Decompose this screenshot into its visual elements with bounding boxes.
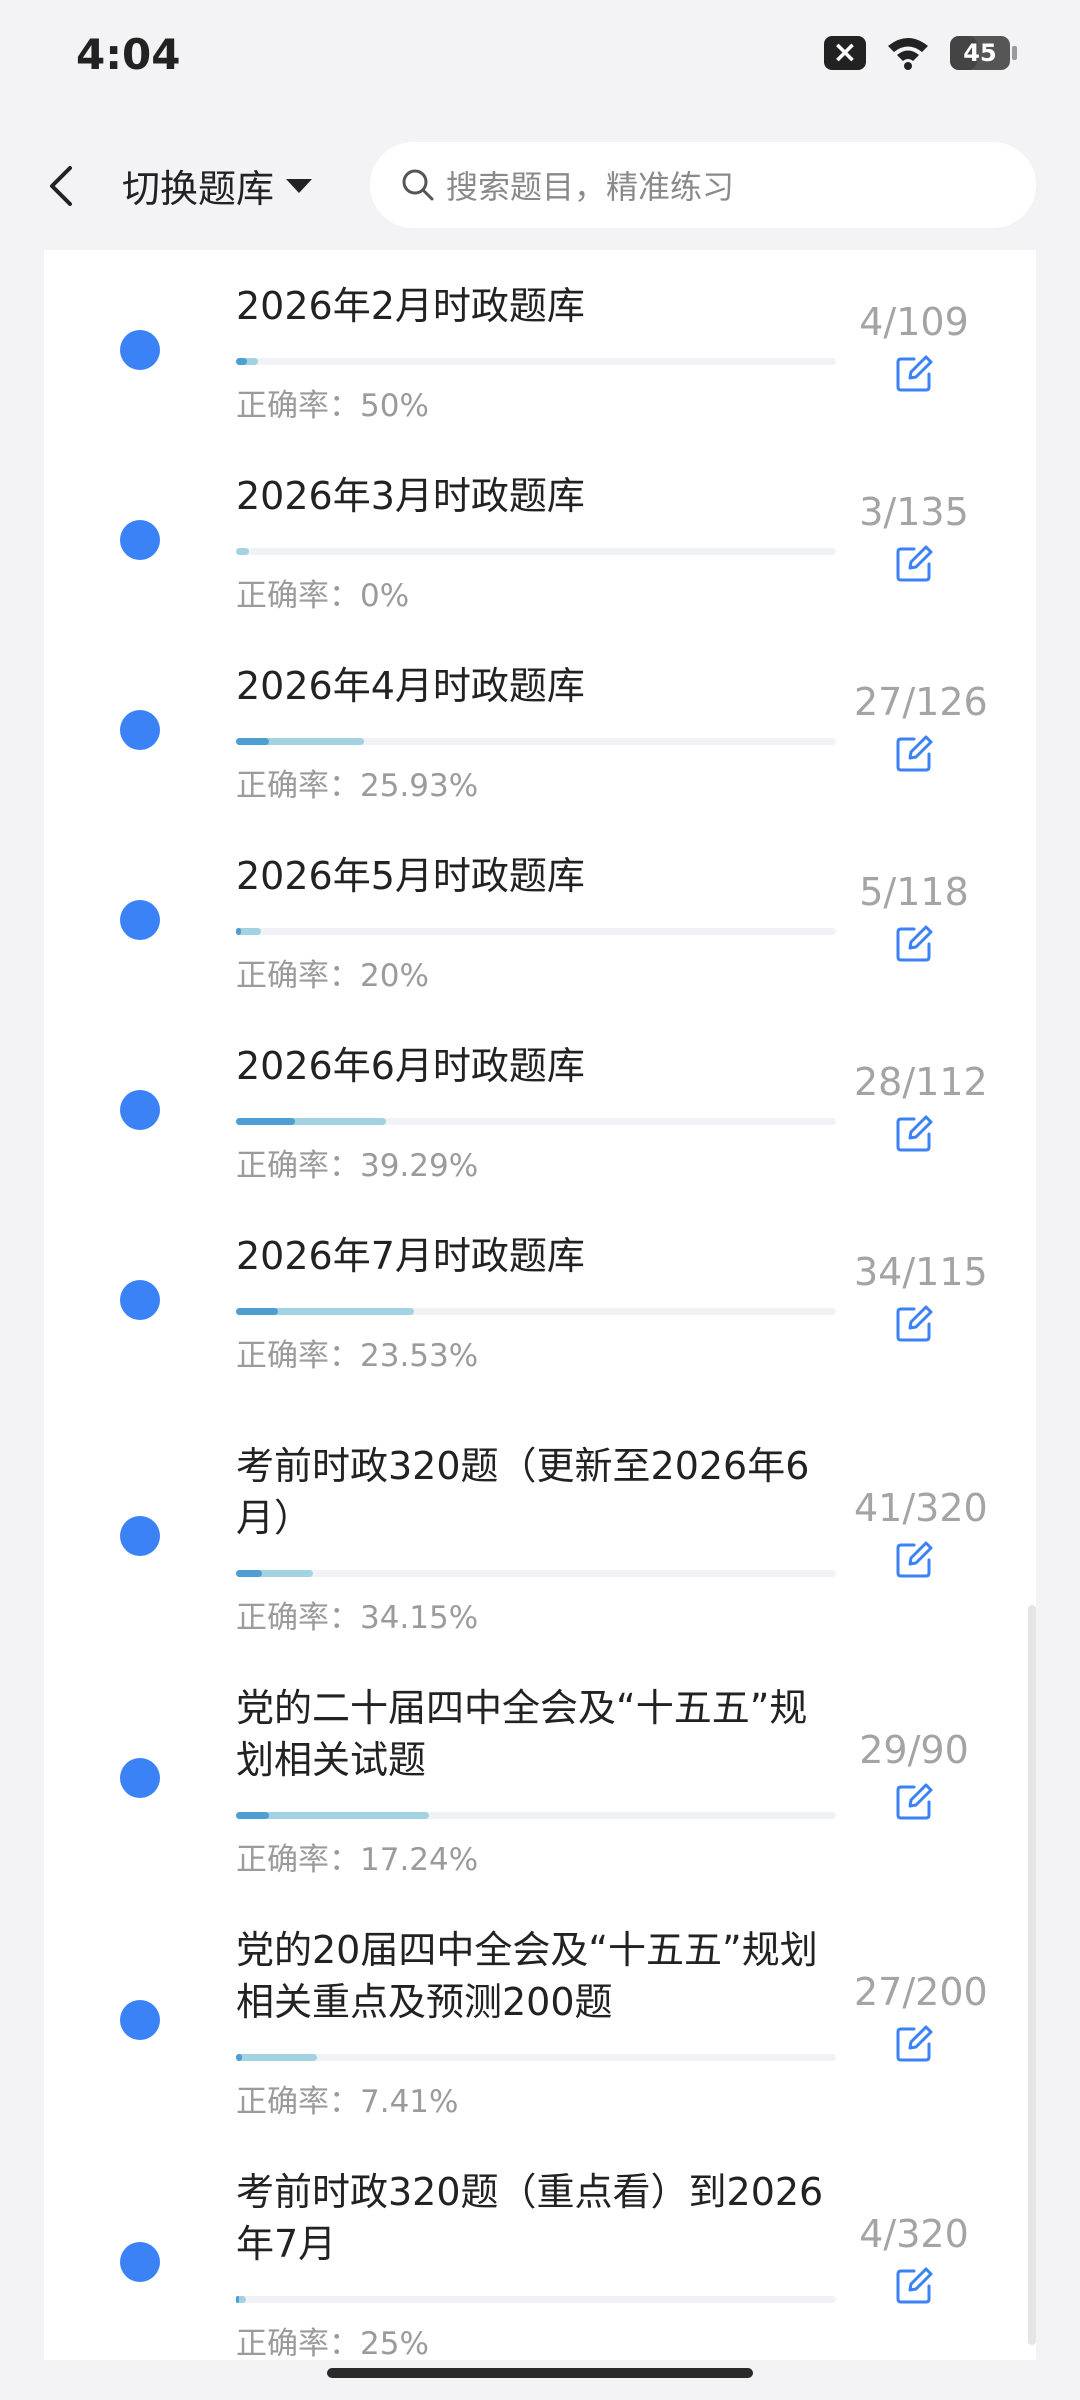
- accuracy-text: 正确率：34.15%: [236, 1600, 479, 1636]
- header-title: 切换题库: [122, 167, 275, 211]
- progress-count: 27/126: [854, 680, 988, 724]
- progress-count: 4/109: [859, 300, 969, 344]
- status-dot: [120, 2242, 160, 2282]
- progress-count: 27/200: [854, 1970, 988, 2014]
- correct-fill: [236, 1812, 270, 1819]
- progress-bar: [236, 2296, 836, 2303]
- battery-icon: 45: [950, 36, 1017, 70]
- question-bank-item[interactable]: 2026年5月时政题库正确率：20% 5/118: [44, 850, 1036, 1000]
- progress-bar: [236, 1308, 836, 1315]
- edit-icon[interactable]: [894, 544, 934, 584]
- progress-bar: [236, 358, 836, 365]
- item-title: 党的二十届四中全会及“十五五”规划相关试题: [236, 1686, 808, 1782]
- accuracy-text: 正确率：17.24%: [236, 1842, 479, 1878]
- progress-count: 28/112: [854, 1060, 988, 1104]
- status-dot: [120, 2000, 160, 2040]
- item-title: 2026年5月时政题库: [236, 854, 585, 898]
- progress-count: 3/135: [859, 490, 969, 534]
- status-dot: [120, 1516, 160, 1556]
- switch-bank-dropdown[interactable]: 切换题库: [122, 158, 313, 213]
- accuracy-text: 正确率：25%: [236, 2326, 429, 2360]
- edit-icon[interactable]: [894, 734, 934, 774]
- item-title: 党的20届四中全会及“十五五”规划相关重点及预测200题: [236, 1928, 818, 2024]
- progress-bar: [236, 738, 836, 745]
- progress-count: 41/320: [854, 1486, 988, 1530]
- edit-icon[interactable]: [894, 2024, 934, 2064]
- accuracy-text: 正确率：25.93%: [236, 768, 479, 804]
- caret-down-icon: [286, 178, 313, 193]
- correct-fill: [236, 928, 242, 935]
- question-bank-item[interactable]: 考前时政320题（重点看）到2026年7月正确率：25% 4/320: [44, 2166, 1036, 2360]
- correct-fill: [236, 738, 270, 745]
- correct-fill: [236, 2296, 239, 2303]
- status-dot: [120, 710, 160, 750]
- accuracy-text: 正确率：7.41%: [236, 2084, 459, 2120]
- progress-bar: [236, 548, 836, 555]
- correct-fill: [236, 358, 248, 365]
- progress-bar: [236, 1118, 836, 1125]
- question-bank-item[interactable]: 2026年7月时政题库正确率：23.53% 34/115: [44, 1230, 1036, 1380]
- accuracy-text: 正确率：50%: [236, 388, 429, 424]
- no-sim-icon: ×: [824, 36, 866, 70]
- wifi-icon: [888, 38, 928, 70]
- question-bank-item[interactable]: 2026年6月时政题库正确率：39.29% 28/112: [44, 1040, 1036, 1190]
- item-title: 考前时政320题（重点看）到2026年7月: [236, 2170, 824, 2266]
- search-input[interactable]: 搜索题目，精准练习: [370, 142, 1036, 228]
- edit-icon[interactable]: [894, 1782, 934, 1822]
- status-dot: [120, 900, 160, 940]
- progress-bar: [236, 1570, 836, 1577]
- question-bank-item[interactable]: 党的20届四中全会及“十五五”规划相关重点及预测200题正确率：7.41% 27/…: [44, 1924, 1036, 2126]
- header: 切换题库 搜索题目，精准练习: [0, 120, 1080, 250]
- edit-icon[interactable]: [894, 1304, 934, 1344]
- status-bar: 4:04 × 45: [0, 0, 1080, 120]
- question-bank-item[interactable]: 2026年4月时政题库正确率：25.93% 27/126: [44, 660, 1036, 810]
- progress-count: 34/115: [854, 1250, 988, 1294]
- correct-fill: [236, 1118, 295, 1125]
- progress-fill: [236, 548, 250, 555]
- correct-fill: [236, 1308, 278, 1315]
- progress-count: 5/118: [859, 870, 969, 914]
- item-title: 2026年4月时政题库: [236, 664, 585, 708]
- question-bank-list[interactable]: 2026年2月时政题库正确率：50% 4/109 2026年3月时政题库正确率：0%…: [44, 250, 1036, 2360]
- battery-level: 45: [963, 39, 997, 67]
- accuracy-text: 正确率：20%: [236, 958, 429, 994]
- edit-icon[interactable]: [894, 1540, 934, 1580]
- search-placeholder: 搜索题目，精准练习: [446, 168, 735, 206]
- progress-bar: [236, 928, 836, 935]
- question-bank-item[interactable]: 2026年2月时政题库正确率：50% 4/109: [44, 280, 1036, 430]
- item-title: 2026年3月时政题库: [236, 474, 585, 518]
- status-dot: [120, 1758, 160, 1798]
- item-title: 2026年2月时政题库: [236, 284, 585, 328]
- item-title: 2026年6月时政题库: [236, 1044, 585, 1088]
- question-bank-item[interactable]: 党的二十届四中全会及“十五五”规划相关试题正确率：17.24% 29/90: [44, 1682, 1036, 1884]
- edit-icon[interactable]: [894, 2266, 934, 2306]
- accuracy-text: 正确率：23.53%: [236, 1338, 479, 1374]
- correct-fill: [236, 2054, 242, 2061]
- status-dot: [120, 1090, 160, 1130]
- edit-icon[interactable]: [894, 924, 934, 964]
- question-bank-item[interactable]: 2026年3月时政题库正确率：0% 3/135: [44, 470, 1036, 620]
- item-title: 2026年7月时政题库: [236, 1234, 585, 1278]
- accuracy-text: 正确率：39.29%: [236, 1148, 479, 1184]
- edit-icon[interactable]: [894, 1114, 934, 1154]
- status-dot: [120, 330, 160, 370]
- question-bank-item[interactable]: 考前时政320题（更新至2026年6月） 正确率：34.15% 41/320: [44, 1440, 1036, 1642]
- accuracy-text: 正确率：0%: [236, 578, 410, 614]
- progress-bar: [236, 1812, 836, 1819]
- progress-bar: [236, 2054, 836, 2061]
- item-title: 考前时政320题（更新至2026年6月）: [236, 1444, 810, 1540]
- status-time: 4:04: [76, 30, 181, 79]
- edit-icon[interactable]: [894, 354, 934, 394]
- status-dot: [120, 520, 160, 560]
- back-icon[interactable]: [40, 160, 84, 212]
- correct-fill: [236, 1570, 263, 1577]
- progress-count: 29/90: [859, 1728, 969, 1772]
- home-indicator[interactable]: [327, 2368, 753, 2378]
- status-dot: [120, 1280, 160, 1320]
- status-icons: × 45: [824, 36, 1017, 70]
- progress-fill: [236, 2054, 317, 2061]
- scrollbar[interactable]: [1028, 1605, 1036, 2345]
- search-icon: [402, 169, 434, 201]
- progress-count: 4/320: [859, 2212, 969, 2256]
